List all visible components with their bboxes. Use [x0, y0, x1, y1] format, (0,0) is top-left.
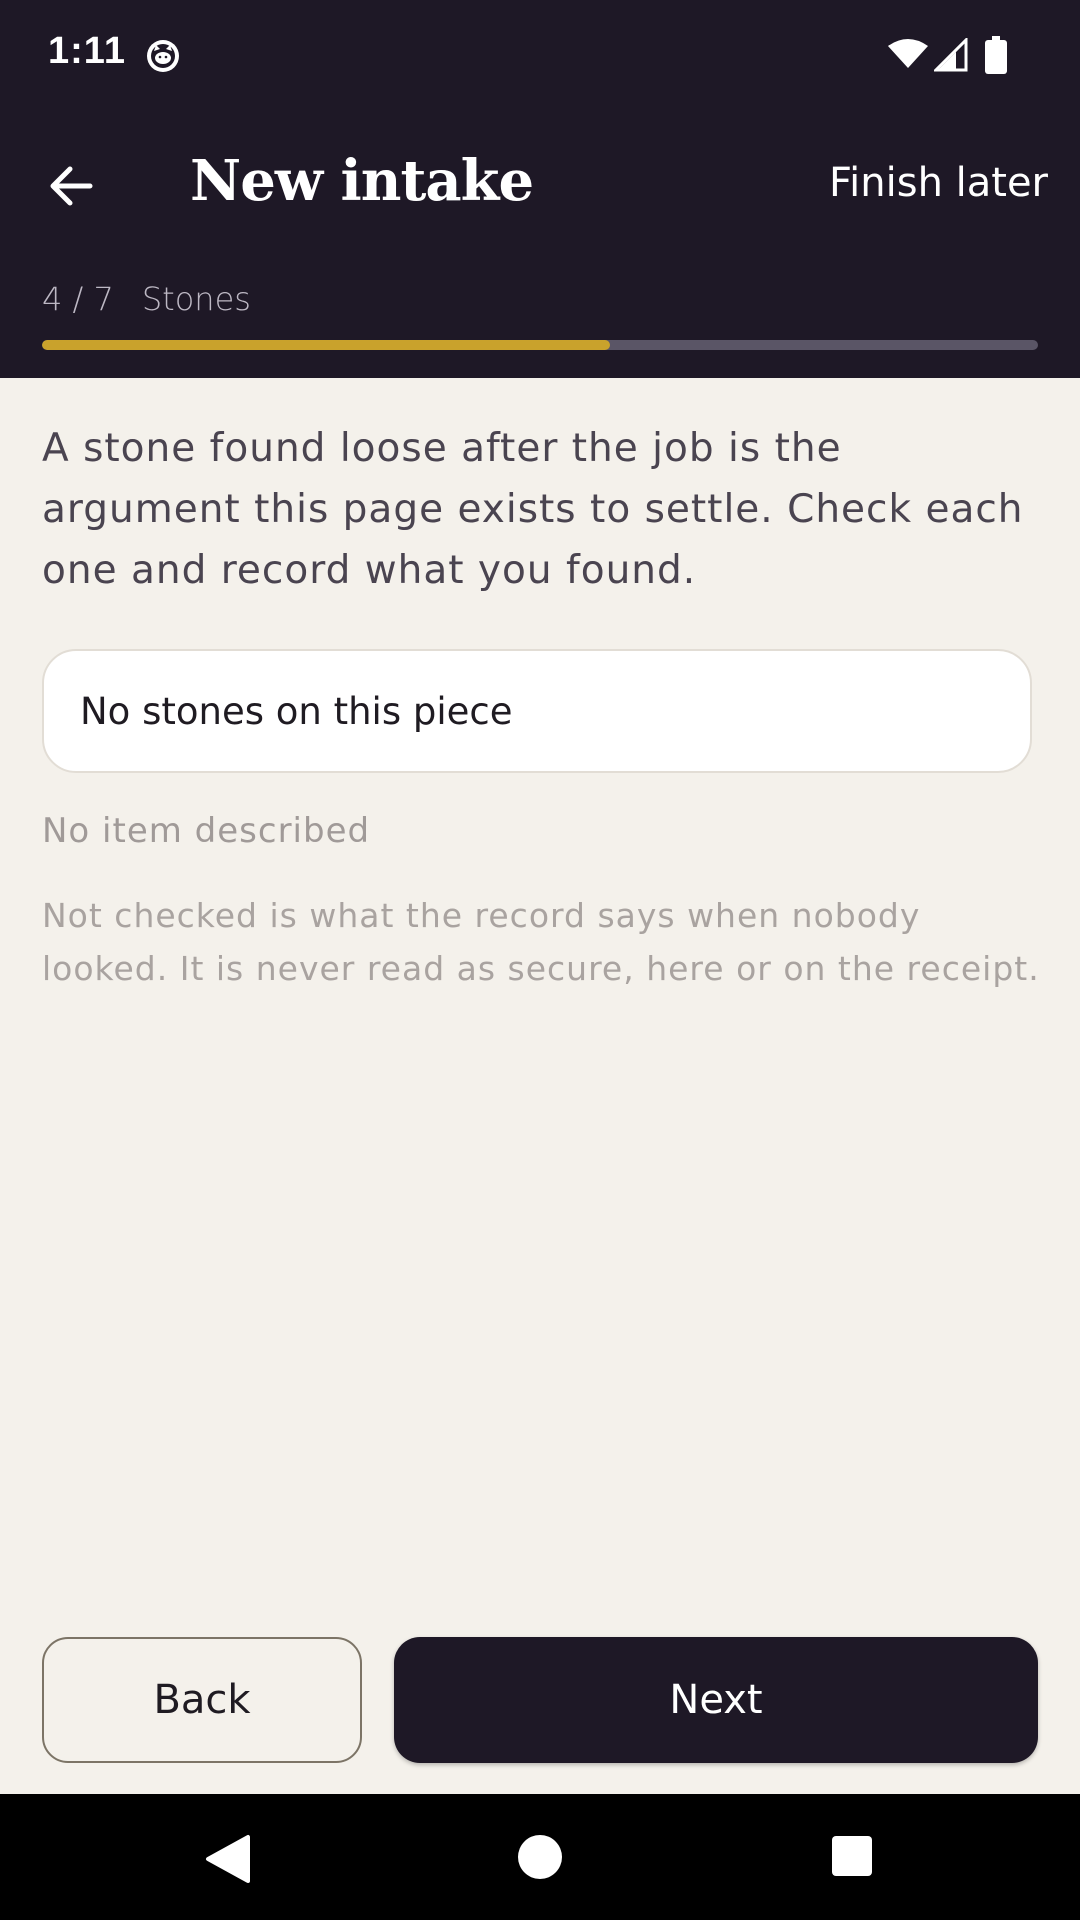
status-time: 1:11 — [48, 30, 126, 72]
progress-bar — [42, 340, 1038, 350]
progress-fill — [42, 340, 610, 350]
arrow-left-icon[interactable] — [44, 158, 100, 214]
finish-later-button[interactable]: Finish later — [829, 160, 1048, 206]
cat-face-icon — [147, 40, 179, 72]
main-content: A stone found loose after the job is the… — [42, 418, 1042, 995]
step-name: Stones — [141, 280, 251, 318]
nav-back-triangle-icon[interactable] — [204, 1834, 252, 1884]
page-title: New intake — [190, 148, 534, 214]
not-checked-note: Not checked is what the record says when… — [42, 896, 1040, 988]
app-bar: New intake Finish later 4 / 7 Stones — [0, 108, 1080, 378]
next-button[interactable]: Next — [394, 1637, 1038, 1763]
no-stones-option-label: No stones on this piece — [80, 689, 513, 733]
step-position: 4 / 7 — [42, 280, 114, 318]
nav-home-circle-icon[interactable] — [517, 1834, 563, 1880]
no-stones-option[interactable]: No stones on this piece — [42, 649, 1032, 773]
nav-recents-square-icon[interactable] — [832, 1836, 872, 1876]
wifi-icon — [888, 39, 928, 68]
back-button[interactable]: Back — [42, 1637, 362, 1763]
cell-signal-icon — [934, 38, 968, 72]
no-item-text: No item described — [42, 811, 371, 851]
battery-icon — [985, 36, 1007, 74]
intro-text: A stone found loose after the job is the… — [42, 426, 1024, 593]
status-bar: 1:11 — [0, 0, 1080, 108]
system-nav-bar — [0, 1794, 1080, 1920]
step-indicator: 4 / 7 Stones — [42, 280, 251, 318]
